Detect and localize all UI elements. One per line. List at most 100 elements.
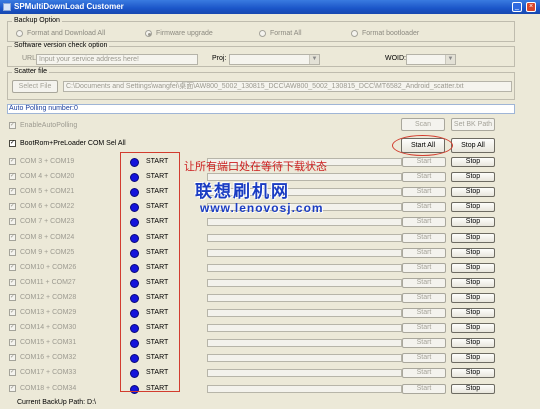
checkbox-box: ✓	[9, 293, 16, 301]
checkbox-box: ✓	[9, 233, 16, 241]
port-stop-button[interactable]: Stop	[451, 187, 495, 198]
port-checkbox[interactable]: ✓ COM12 + COM28	[9, 293, 77, 301]
port-start-button[interactable]: Start	[402, 383, 446, 394]
port-checkbox[interactable]: ✓ COM18 + COM34	[9, 384, 77, 392]
port-progress-bar	[207, 248, 402, 257]
port-stop-button[interactable]: Stop	[451, 353, 495, 364]
proj-select[interactable]: ▼	[229, 54, 320, 65]
port-checkbox[interactable]: ✓ COM11 + COM27	[9, 278, 76, 286]
port-stop-button[interactable]: Stop	[451, 232, 495, 243]
radio-indicator-selected	[145, 30, 152, 37]
port-stop-button[interactable]: Stop	[451, 323, 495, 334]
radio-firmware-upgrade[interactable]: Firmware upgrade	[145, 30, 213, 37]
port-start-button[interactable]: Start	[402, 353, 446, 364]
port-progress-bar	[207, 369, 402, 378]
stop-all-button[interactable]: Stop All	[451, 138, 495, 153]
set-bk-path-button[interactable]: Set BK Path	[451, 118, 495, 131]
port-stop-button[interactable]: Stop	[451, 383, 495, 394]
checkbox-box: ✓	[9, 278, 16, 286]
proj-label: Proj:	[212, 55, 227, 62]
port-checkbox[interactable]: ✓ COM 5 + COM21	[9, 188, 74, 196]
close-button[interactable]: ×	[526, 2, 536, 12]
port-start-button[interactable]: Start	[402, 202, 446, 213]
port-label: COM12 + COM28	[20, 293, 77, 301]
port-start-button[interactable]: Start	[402, 187, 446, 198]
port-stop-button[interactable]: Stop	[451, 308, 495, 318]
radio-format-bootloader[interactable]: Format bootloader	[351, 30, 419, 37]
port-stop-button[interactable]: Stop	[451, 338, 495, 349]
port-stop-button[interactable]: Stop	[451, 172, 495, 183]
port-checkbox[interactable]: ✓ COM 7 + COM23	[9, 218, 74, 226]
port-row: ✓ COM 7 + COM23 START Start Stop	[9, 215, 519, 228]
checkbox-box: ✓	[9, 188, 16, 196]
enable-auto-polling-checkbox[interactable]: ✓ EnableAutoPolling	[9, 122, 77, 129]
port-checkbox[interactable]: ✓ COM10 + COM26	[9, 263, 76, 271]
checkbox-box: ✓	[9, 263, 16, 271]
port-start-button[interactable]: Start	[402, 292, 446, 303]
port-checkbox[interactable]: ✓ COM 4 + COM20	[9, 173, 74, 181]
port-start-button[interactable]: Start	[402, 277, 446, 288]
port-checkbox[interactable]: ✓ COM 9 + COM25	[9, 248, 74, 256]
radio-format-download-all[interactable]: Format and Download All	[16, 30, 105, 37]
port-start-button[interactable]: Start	[402, 232, 446, 243]
annotation-highlight-box	[120, 152, 180, 392]
annotation-highlight-oval	[392, 135, 453, 156]
port-stop-button[interactable]: Stop	[451, 202, 495, 213]
checkbox-box: ✓	[9, 369, 16, 377]
port-stop-button[interactable]: Stop	[451, 217, 495, 228]
port-row: ✓ COM 9 + COM25 START Start Stop	[9, 246, 519, 259]
port-start-button[interactable]: Start	[402, 262, 446, 273]
port-row: ✓ COM 8 + COM24 START Start Stop	[9, 231, 519, 244]
url-input[interactable]: Input your service address here!	[36, 54, 198, 65]
minimize-button[interactable]: _	[512, 2, 522, 12]
radio-label: Format All	[270, 30, 302, 37]
port-start-button[interactable]: Start	[402, 217, 446, 228]
port-stop-button[interactable]: Stop	[451, 368, 495, 379]
radio-format-all[interactable]: Format All	[259, 30, 302, 37]
port-stop-button[interactable]: Stop	[451, 157, 495, 167]
port-stop-button[interactable]: Stop	[451, 247, 495, 258]
port-progress-bar	[207, 263, 402, 272]
port-checkbox[interactable]: ✓ COM 8 + COM24	[9, 233, 74, 241]
port-progress-bar	[207, 293, 402, 302]
port-start-button[interactable]: Start	[402, 308, 446, 318]
woid-select[interactable]: ▼	[406, 54, 456, 65]
scan-button[interactable]: Scan	[401, 118, 445, 131]
port-stop-button[interactable]: Stop	[451, 262, 495, 273]
port-start-button[interactable]: Start	[402, 157, 446, 167]
port-label: COM17 + COM33	[20, 369, 77, 377]
port-label: COM18 + COM34	[20, 384, 77, 392]
port-stop-button[interactable]: Stop	[451, 292, 495, 303]
port-checkbox[interactable]: ✓ COM16 + COM32	[9, 354, 76, 362]
port-checkbox[interactable]: ✓ COM13 + COM29	[9, 309, 76, 316]
scatter-file-title: Scatter file	[12, 68, 50, 75]
port-label: COM13 + COM29	[20, 309, 77, 316]
port-row: ✓ COM15 + COM31 START Start Stop	[9, 336, 519, 349]
port-checkbox[interactable]: ✓ COM14 + COM30	[9, 324, 76, 332]
port-start-button[interactable]: Start	[402, 247, 446, 258]
select-file-button[interactable]: Select File	[12, 80, 58, 93]
port-checkbox[interactable]: ✓ COM 3 + COM19	[9, 158, 74, 165]
port-stop-button[interactable]: Stop	[451, 277, 495, 288]
port-label: COM 6 + COM22	[20, 203, 75, 211]
checkbox-box: ✓	[9, 324, 16, 332]
port-checkbox[interactable]: ✓ COM15 + COM31	[9, 339, 76, 347]
checkbox-box: ✓	[9, 158, 16, 165]
port-row: ✓ COM17 + COM33 START Start Stop	[9, 366, 519, 379]
port-start-button[interactable]: Start	[402, 368, 446, 379]
port-start-button[interactable]: Start	[402, 323, 446, 334]
port-start-button[interactable]: Start	[402, 338, 446, 349]
port-label: COM11 + COM27	[20, 278, 76, 286]
bootrom-sel-all-checkbox[interactable]: ✓ BootRom+PreLoader COM Sel All	[9, 140, 126, 147]
port-start-button[interactable]: Start	[402, 172, 446, 183]
checkbox-box: ✓	[9, 203, 16, 211]
port-progress-bar	[207, 324, 402, 333]
radio-indicator	[259, 30, 266, 37]
checkbox-box: ✓	[9, 339, 16, 347]
port-checkbox[interactable]: ✓ COM 6 + COM22	[9, 203, 75, 211]
checkbox-box: ✓	[9, 122, 16, 129]
checkbox-box: ✓	[9, 354, 16, 362]
port-progress-bar	[207, 218, 402, 227]
port-checkbox[interactable]: ✓ COM17 + COM33	[9, 369, 77, 377]
radio-indicator	[16, 30, 23, 37]
